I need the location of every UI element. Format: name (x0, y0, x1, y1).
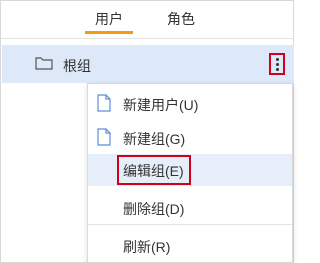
document-icon (97, 128, 111, 146)
active-tab-indicator (85, 31, 133, 34)
ellipsis-dot (276, 68, 279, 71)
menu-item-label: 刷新(R) (123, 239, 171, 255)
menu-item-new-user[interactable]: 新建用户(U) (88, 88, 292, 120)
menu-item-refresh[interactable]: 刷新(R) (88, 230, 292, 262)
menu-item-label: 新建用户(U) (123, 97, 199, 113)
menu-item-edit-group[interactable]: 编辑组(E) (88, 154, 292, 186)
more-options-button[interactable] (269, 53, 285, 75)
vertical-ellipsis-icon (276, 58, 279, 61)
tree-item-label: 根组 (63, 58, 91, 74)
tab-roles[interactable]: 角色 (157, 9, 205, 39)
menu-item-delete-group[interactable]: 删除组(D) (88, 192, 292, 224)
document-icon (97, 94, 111, 112)
menu-item-new-group[interactable]: 新建组(G) (88, 122, 292, 154)
tree-item-root-group[interactable]: 根组 (2, 45, 294, 83)
menu-item-label: 编辑组(E) (123, 163, 184, 179)
menu-item-label: 删除组(D) (123, 201, 185, 217)
context-menu: 新建用户(U) 新建组(G) 编辑组(E) 删除组(D) 刷新(R) (87, 83, 293, 263)
folder-icon (35, 57, 53, 70)
menu-divider (88, 224, 292, 225)
menu-item-label: 新建组(G) (123, 131, 186, 147)
app-frame: 用户 角色 根组 新建用户(U) 新建组(G) 编辑组(E) 删除组(D) 刷新… (0, 0, 294, 263)
tab-users[interactable]: 用户 (85, 9, 133, 39)
ellipsis-dot (276, 63, 279, 66)
tab-bar: 用户 角色 (1, 1, 293, 39)
